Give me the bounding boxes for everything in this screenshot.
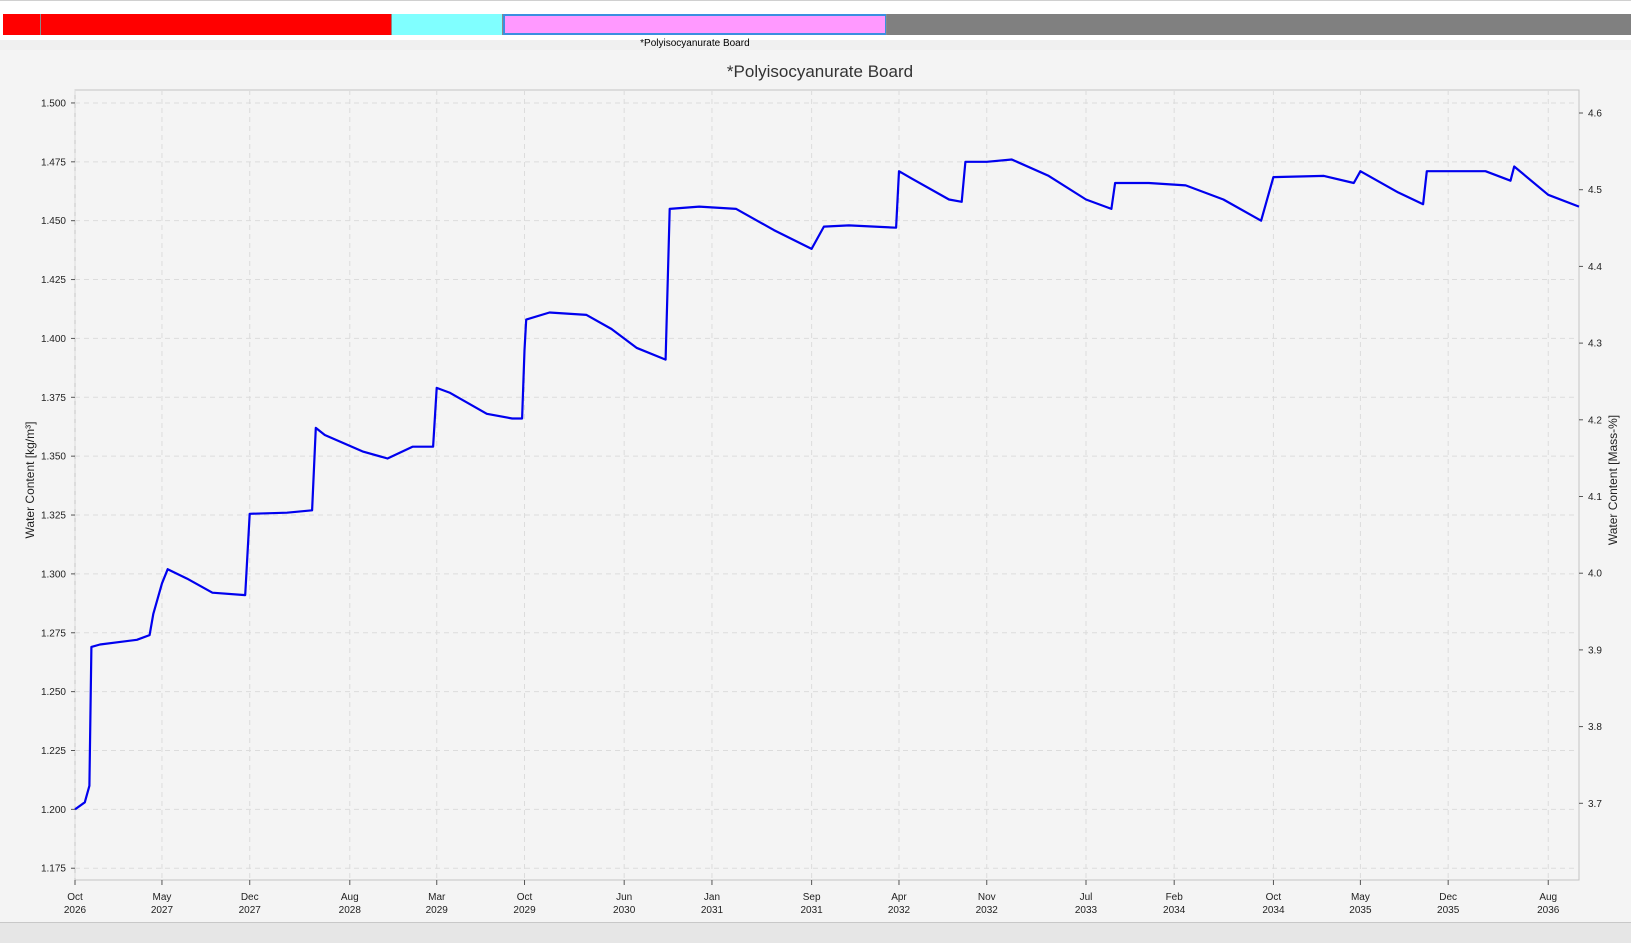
chart-title: *Polyisocyanurate Board [727, 62, 913, 81]
y-left-tick-label: 1.225 [41, 746, 66, 757]
x-tick-label-month: Apr [891, 892, 907, 903]
y-right-tick-label: 4.5 [1588, 185, 1602, 196]
layer-cyan-segment[interactable] [392, 14, 503, 35]
y-left-tick-label: 1.300 [41, 569, 66, 580]
x-tick-label-year: 2035 [1437, 905, 1460, 916]
y-left-tick-label: 1.175 [41, 864, 66, 875]
layer-bar-top-rule [0, 0, 1631, 1]
bottom-status-strip [0, 922, 1631, 943]
y-left-tick-label: 1.350 [41, 452, 66, 463]
layer-gray-segment[interactable] [887, 14, 1631, 35]
x-tick-label-year: 2029 [513, 905, 536, 916]
layer-bar: *Polyisocyanurate Board [0, 0, 1631, 49]
x-tick-label-month: Dec [241, 892, 259, 903]
x-tick-label-year: 2027 [151, 905, 174, 916]
x-tick-label-year: 2035 [1349, 905, 1372, 916]
x-tick-label-month: Aug [1539, 892, 1557, 903]
x-tick-label-month: Jun [616, 892, 632, 903]
x-tick-label-month: Aug [341, 892, 359, 903]
y-right-tick-label: 3.7 [1588, 799, 1602, 810]
right-axis: 3.7 3.8 3.9 4.0 4.1 4.2 4.3 4.4 4.5 4.6 [1579, 109, 1602, 810]
x-tick-label-month: May [152, 892, 171, 903]
layer-red-segment[interactable] [3, 14, 393, 35]
x-tick-label-month: Jan [704, 892, 720, 903]
layer-divider[interactable] [501, 14, 503, 35]
x-tick-label-month: Oct [517, 892, 533, 903]
water-content-chart: 1.175 1.200 1.225 1.250 1.275 1.300 1.325 1.350… [23, 62, 1620, 916]
x-tick-label-year: 2031 [800, 905, 823, 916]
layer-divider[interactable] [391, 14, 393, 35]
x-tick-label-month: Dec [1439, 892, 1457, 903]
x-tick-label-year: 2033 [1075, 905, 1098, 916]
y-right-tick-label: 4.6 [1588, 109, 1602, 120]
x-tick-label-month: Oct [67, 892, 83, 903]
y-right-tick-label: 4.1 [1588, 492, 1602, 503]
x-tick-label-year: 2034 [1262, 905, 1285, 916]
y-axis-right-label: Water Content [Mass-%] [1606, 415, 1620, 545]
x-tick-label-year: 2030 [613, 905, 636, 916]
x-tick-label-year: 2034 [1163, 905, 1186, 916]
x-tick-label-year: 2032 [888, 905, 911, 916]
layer-divider[interactable] [886, 14, 887, 35]
x-tick-label-month: Nov [978, 892, 996, 903]
plot-panel: 1.175 1.200 1.225 1.250 1.275 1.300 1.325 1.350… [0, 50, 1631, 922]
x-tick-label-month: Feb [1166, 892, 1184, 903]
left-axis: 1.175 1.200 1.225 1.250 1.275 1.300 1.325 1.350… [41, 98, 75, 875]
y-left-tick-label: 1.250 [41, 687, 66, 698]
selected-layer-label: *Polyisocyanurate Board [640, 38, 750, 49]
y-left-tick-label: 1.275 [41, 628, 66, 639]
x-tick-label-month: May [1351, 892, 1370, 903]
x-tick-label-year: 2029 [426, 905, 449, 916]
y-right-tick-label: 3.9 [1588, 645, 1602, 656]
x-tick-label-year: 2026 [64, 905, 87, 916]
y-left-tick-label: 1.475 [41, 157, 66, 168]
y-right-tick-label: 4.4 [1588, 262, 1602, 273]
y-left-tick-label: 1.375 [41, 393, 66, 404]
y-axis-left-label: Water Content [kg/m³] [23, 422, 37, 539]
y-left-tick-label: 1.325 [41, 511, 66, 522]
x-tick-label-year: 2031 [701, 905, 724, 916]
x-tick-label-month: Sep [803, 892, 821, 903]
y-left-tick-label: 1.500 [41, 98, 66, 109]
bottom-axis: Oct 2026 May 2027 Dec 2027 Aug 2028 Mar 2029 Oct 20… [64, 880, 1560, 916]
x-tick-label-month: Mar [428, 892, 446, 903]
x-tick-label-month: Jul [1080, 892, 1093, 903]
layer-pink-segment[interactable] [502, 14, 887, 35]
y-left-tick-label: 1.425 [41, 275, 66, 286]
y-right-tick-label: 4.3 [1588, 339, 1602, 350]
plot-area [74, 89, 1580, 881]
y-left-tick-label: 1.400 [41, 334, 66, 345]
x-tick-label-year: 2032 [976, 905, 999, 916]
x-tick-label-year: 2036 [1537, 905, 1560, 916]
layer-divider[interactable] [40, 14, 41, 35]
y-right-tick-label: 4.0 [1588, 569, 1602, 580]
y-left-tick-label: 1.450 [41, 216, 66, 227]
x-tick-label-month: Oct [1266, 892, 1282, 903]
x-tick-label-year: 2027 [239, 905, 262, 916]
y-right-tick-label: 4.2 [1588, 415, 1602, 426]
y-left-tick-label: 1.200 [41, 805, 66, 816]
y-right-tick-label: 3.8 [1588, 722, 1602, 733]
x-tick-label-year: 2028 [339, 905, 362, 916]
